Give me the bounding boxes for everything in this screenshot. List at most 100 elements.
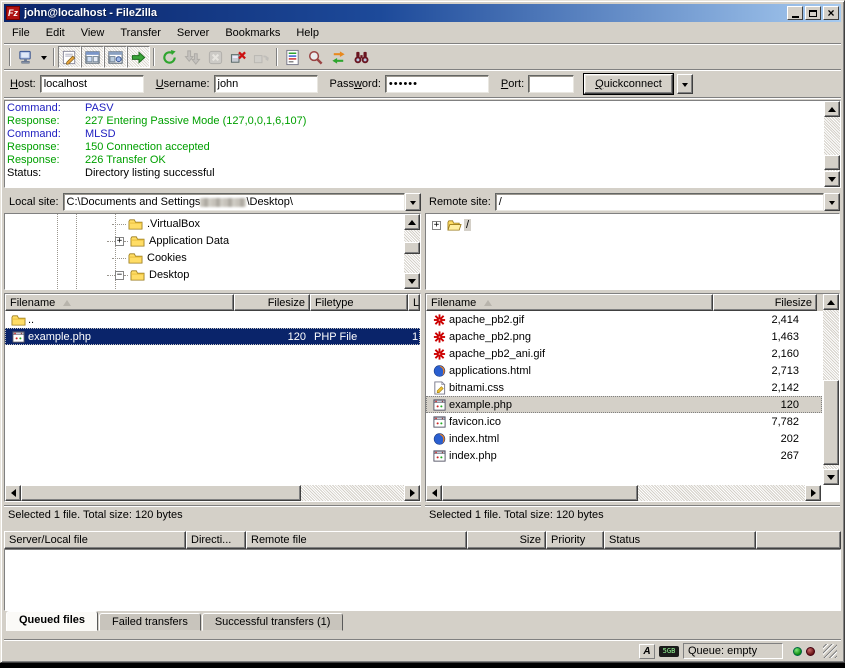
close-button[interactable]: × [823, 6, 839, 20]
queue-column-directi-[interactable]: Directi... [186, 531, 246, 549]
username-input[interactable]: john [214, 75, 318, 93]
column-header-filename[interactable]: Filename [5, 294, 234, 311]
password-input[interactable]: •••••• [385, 75, 489, 93]
queue-column-size[interactable]: Size [467, 531, 546, 549]
queue-column-status[interactable]: Status [604, 531, 756, 549]
scroll-thumb[interactable] [824, 155, 840, 170]
quickconnect-button[interactable]: Quickconnect [584, 74, 673, 94]
local-path-dropdown[interactable] [405, 193, 421, 211]
resize-grip[interactable] [823, 644, 837, 658]
local-site-combo[interactable]: C:\Documents and Settings\Desktop\ [63, 193, 421, 211]
maximize-button[interactable] [805, 6, 821, 20]
file-row-apache_pb2_ani-gif[interactable]: apache_pb2_ani.gif2,160 [426, 345, 822, 362]
queue-column-spacer[interactable] [756, 531, 841, 549]
file-row-apache_pb2-png[interactable]: apache_pb2.png1,463 [426, 328, 822, 345]
scroll-up-button[interactable] [823, 294, 839, 310]
tree-item-root[interactable]: +/ [432, 217, 471, 233]
scroll-left-button[interactable] [426, 485, 442, 501]
speed-limit-icon[interactable]: 5GB [659, 646, 679, 657]
expander-plus-icon[interactable]: + [115, 237, 124, 246]
remote-path-field[interactable]: / [495, 193, 824, 211]
find-files-button[interactable] [350, 46, 373, 68]
column-header-filename[interactable]: Filename [426, 294, 713, 311]
minimize-button[interactable] [787, 6, 803, 20]
scroll-down-button[interactable] [823, 469, 839, 485]
remote-path-dropdown[interactable] [824, 193, 840, 211]
file-row-index-php[interactable]: index.php267 [426, 447, 822, 464]
quickconnect-dropdown[interactable] [677, 74, 693, 94]
tree-item-application-data[interactable]: +Application Data [5, 233, 402, 249]
site-manager-dropdown-button[interactable] [37, 46, 50, 68]
toggle-message-log-button[interactable] [58, 46, 81, 68]
datatype-indicator[interactable]: A [639, 644, 655, 659]
refresh-button[interactable] [158, 46, 181, 68]
file-row-index-html[interactable]: index.html202 [426, 430, 822, 447]
host-input[interactable]: localhost [40, 75, 144, 93]
column-header-filesize[interactable]: Filesize [713, 294, 817, 311]
scroll-up-button[interactable] [404, 214, 420, 230]
scroll-left-button[interactable] [5, 485, 21, 501]
tree-item-cookies[interactable]: Cookies [5, 250, 402, 266]
queue-column-priority[interactable]: Priority [546, 531, 604, 549]
tree-item-desktop[interactable]: −Desktop [5, 267, 402, 283]
file-row--[interactable]: .. [5, 311, 420, 328]
menu-file[interactable]: File [4, 25, 38, 41]
menu-view[interactable]: View [73, 25, 113, 41]
disconnect-button[interactable] [227, 46, 250, 68]
remote-site-combo[interactable]: / [495, 193, 840, 211]
compare-button[interactable] [304, 46, 327, 68]
local-path-field[interactable]: C:\Documents and Settings\Desktop\ [63, 193, 405, 211]
scroll-down-button[interactable] [824, 171, 840, 187]
remote-vscrollbar[interactable] [823, 294, 839, 485]
expander-plus-icon[interactable]: + [432, 221, 441, 230]
menu-transfer[interactable]: Transfer [112, 25, 169, 41]
toggle-remote-tree-icon [107, 49, 124, 66]
expander-minus-icon[interactable]: − [115, 271, 124, 280]
window-title: john@localhost - FileZilla [24, 7, 787, 19]
remote-hscrollbar[interactable] [426, 485, 821, 501]
site-manager-button[interactable] [14, 46, 37, 68]
log-scrollbar[interactable] [824, 101, 840, 187]
column-header-l[interactable]: L [408, 294, 420, 311]
log-line: Status:Directory listing successful [7, 167, 838, 180]
file-row-bitnami-css[interactable]: bitnami.css2,142 [426, 379, 822, 396]
scroll-thumb[interactable] [442, 485, 638, 501]
file-row-apache_pb2-gif[interactable]: apache_pb2.gif2,414 [426, 311, 822, 328]
file-row-favicon-ico[interactable]: favicon.ico7,782 [426, 413, 822, 430]
queue-column-server-local-file[interactable]: Server/Local file [4, 531, 186, 549]
port-input[interactable] [528, 75, 574, 93]
menu-server[interactable]: Server [169, 25, 217, 41]
sync-browse-button[interactable] [327, 46, 350, 68]
file-row-applications-html[interactable]: applications.html2,713 [426, 362, 822, 379]
menu-help[interactable]: Help [288, 25, 327, 41]
scroll-thumb[interactable] [823, 380, 839, 465]
toggle-queue-button[interactable] [127, 46, 150, 68]
tab-queued-files[interactable]: Queued files [6, 611, 98, 631]
site-manager-icon [17, 49, 34, 66]
local-tree-scrollbar[interactable] [404, 214, 420, 289]
file-icon [11, 330, 26, 344]
local-hscrollbar[interactable] [5, 485, 420, 501]
scroll-thumb[interactable] [404, 242, 420, 254]
toggle-remote-tree-button[interactable] [104, 46, 127, 68]
file-row-example-php[interactable]: example.php120 [426, 396, 822, 413]
file-modified [408, 311, 420, 328]
menu-edit[interactable]: Edit [38, 25, 73, 41]
filter-button[interactable] [281, 46, 304, 68]
menu-bookmarks[interactable]: Bookmarks [217, 25, 288, 41]
scroll-right-button[interactable] [805, 485, 821, 501]
file-row-example-php[interactable]: example.php120PHP File1 [5, 328, 420, 345]
local-tree: .VirtualBox+Application DataCookies−Desk… [4, 213, 421, 290]
quickconnect-bar: Host: localhost Username: john Password:… [4, 71, 841, 97]
scroll-down-button[interactable] [404, 273, 420, 289]
scroll-right-button[interactable] [404, 485, 420, 501]
scroll-up-button[interactable] [824, 101, 840, 117]
toggle-local-tree-button[interactable] [81, 46, 104, 68]
tab-failed-transfers[interactable]: Failed transfers [99, 613, 201, 631]
column-header-filesize[interactable]: Filesize [234, 294, 310, 311]
tree-item--virtualbox[interactable]: .VirtualBox [5, 216, 402, 232]
tab-successful-transfers-1-[interactable]: Successful transfers (1) [202, 613, 344, 631]
scroll-thumb[interactable] [21, 485, 301, 501]
column-header-filetype[interactable]: Filetype [310, 294, 408, 311]
queue-column-remote-file[interactable]: Remote file [246, 531, 467, 549]
